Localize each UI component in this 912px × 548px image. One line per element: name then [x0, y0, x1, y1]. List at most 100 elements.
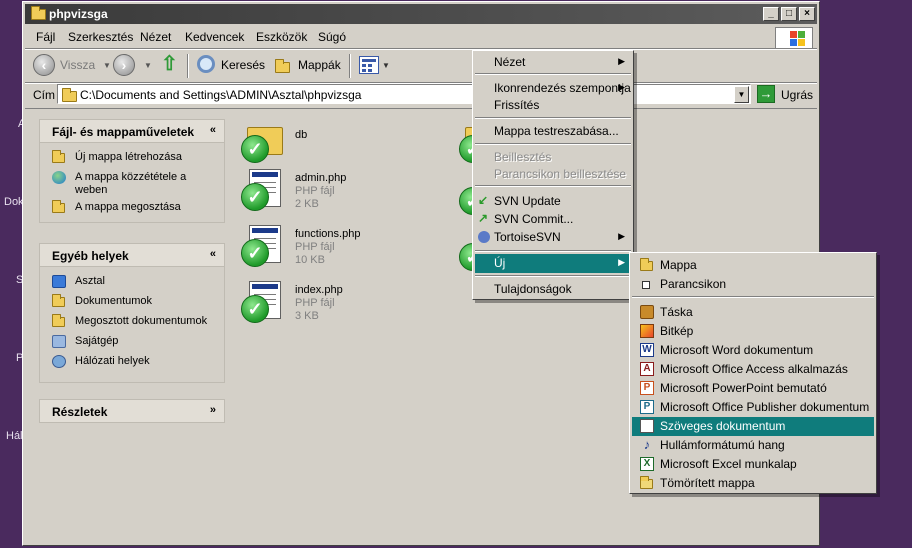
file-size: 2 KB	[295, 198, 319, 210]
task-new-folder[interactable]: Új mappa létrehozása	[52, 150, 182, 164]
file-size: 3 KB	[295, 310, 319, 322]
menu-item-tortoisesvn[interactable]: TortoiseSVN ▶	[475, 228, 631, 246]
menu-edit[interactable]: Szerkesztés	[68, 30, 133, 44]
desktop-label: Hál	[6, 430, 23, 442]
views-dropdown-icon[interactable]: ▼	[382, 61, 390, 70]
new-wave-sound-item[interactable]: ♪ Hullámformátumú hang	[632, 436, 874, 454]
forward-dropdown-icon[interactable]: ▼	[144, 61, 152, 70]
text-document-icon	[640, 419, 654, 433]
panel-title: Fájl- és mappaműveletek	[52, 125, 195, 139]
file-item-functions[interactable]: ✓ functions.php PHP fájl 10 KB	[241, 225, 393, 271]
task-share-folder[interactable]: A mappa megosztása	[52, 200, 181, 214]
submenu-arrow-icon: ▶	[618, 257, 625, 267]
new-briefcase-item[interactable]: Táska	[632, 303, 874, 321]
menu-favorites[interactable]: Kedvencek	[185, 30, 244, 44]
access-icon: A	[640, 362, 654, 376]
menu-bar: Fájl Szerkesztés Nézet Kedvencek Eszközö…	[25, 26, 817, 49]
new-submenu: Mappa Parancsikon Táska Bitkép W Microso…	[629, 252, 877, 494]
address-dropdown-icon[interactable]: ▼	[734, 86, 749, 103]
menu-item-refresh[interactable]: Frissítés	[475, 96, 631, 114]
address-bar: Cím C:\Documents and Settings\ADMIN\Aszt…	[25, 84, 817, 106]
panel-title: Egyéb helyek	[52, 249, 129, 263]
close-button[interactable]: ×	[799, 7, 815, 21]
new-text-document-item[interactable]: Szöveges dokumentum	[632, 417, 874, 436]
folder-icon	[640, 258, 653, 271]
maximize-button[interactable]: □	[781, 7, 797, 21]
title-bar[interactable]: phpvizsga _ □ ×	[25, 4, 817, 24]
place-my-computer[interactable]: Sajátgép	[52, 335, 118, 348]
folder-icon	[31, 6, 46, 20]
new-excel-item[interactable]: X Microsoft Excel munkalap	[632, 455, 874, 473]
go-button[interactable]: Ugrás	[781, 88, 813, 102]
new-word-item[interactable]: W Microsoft Word dokumentum	[632, 341, 874, 359]
menu-help[interactable]: Súgó	[318, 30, 346, 44]
panel-title: Részletek	[52, 405, 108, 419]
file-item-admin[interactable]: ✓ admin.php PHP fájl 2 KB	[241, 169, 393, 215]
folders-button[interactable]: Mappák	[298, 58, 341, 72]
file-item-db[interactable]: ✓ db	[241, 121, 393, 165]
menu-item-view[interactable]: Nézet ▶	[475, 53, 631, 71]
minimize-icon: _	[768, 8, 774, 19]
menu-item-svn-commit[interactable]: ↗ SVN Commit...	[475, 210, 631, 228]
panel-header[interactable]: Egyéb helyek «	[39, 243, 225, 267]
new-powerpoint-item[interactable]: P Microsoft PowerPoint bemutató	[632, 379, 874, 397]
address-label: Cím	[33, 88, 55, 102]
file-size: 10 KB	[295, 254, 325, 266]
maximize-icon: □	[785, 8, 793, 19]
file-item-index[interactable]: ✓ index.php PHP fájl 3 KB	[241, 281, 393, 327]
back-arrow-icon[interactable]: ‹	[33, 54, 55, 76]
close-icon: ×	[804, 8, 810, 19]
new-shortcut-item[interactable]: Parancsikon	[632, 275, 874, 293]
back-button[interactable]: Vissza	[60, 58, 95, 72]
menu-file[interactable]: Fájl	[36, 30, 55, 44]
other-places-panel: Egyéb helyek « Asztal Dokumentumok Megos…	[39, 243, 225, 383]
menu-item-paste: Beillesztés	[494, 150, 552, 164]
file-folder-tasks-panel: Fájl- és mappaműveletek « Új mappa létre…	[39, 119, 225, 223]
new-compressed-folder-item[interactable]: Tömörített mappa	[632, 474, 874, 492]
panel-header[interactable]: Fájl- és mappaműveletek «	[39, 119, 225, 143]
file-type: PHP fájl	[295, 185, 335, 197]
excel-icon: X	[640, 457, 654, 471]
place-shared-documents[interactable]: Megosztott dokumentumok	[52, 314, 207, 328]
address-input[interactable]: C:\Documents and Settings\ADMIN\Asztal\p…	[57, 84, 751, 104]
minimize-button[interactable]: _	[763, 7, 779, 21]
menu-item-new[interactable]: Új ▶	[475, 254, 631, 273]
place-network[interactable]: Hálózati helyek	[52, 355, 150, 368]
new-publisher-item[interactable]: P Microsoft Office Publisher dokumentum	[632, 398, 874, 416]
expand-icon[interactable]: »	[210, 404, 216, 416]
powerpoint-icon: P	[640, 381, 654, 395]
forward-arrow-icon[interactable]: ›	[113, 54, 135, 76]
file-type: PHP fájl	[295, 297, 335, 309]
search-button[interactable]: Keresés	[221, 58, 265, 72]
menu-item-customize-folder[interactable]: Mappa testreszabása...	[475, 122, 631, 140]
svn-update-icon: ↙	[478, 193, 489, 207]
views-icon[interactable]	[359, 56, 379, 74]
place-documents[interactable]: Dokumentumok	[52, 294, 152, 308]
new-access-item[interactable]: A Microsoft Office Access alkalmazás	[632, 360, 874, 378]
file-name: functions.php	[295, 228, 361, 240]
menu-item-svn-update[interactable]: ↙ SVN Update	[475, 192, 631, 210]
menu-view[interactable]: Nézet	[140, 30, 171, 44]
window-title: phpvizsga	[49, 7, 108, 21]
sound-icon: ♪	[643, 437, 651, 452]
search-icon[interactable]	[197, 55, 215, 73]
desktop-label: Dok	[4, 196, 24, 208]
new-folder-icon	[52, 150, 65, 163]
folders-icon[interactable]	[275, 59, 290, 73]
collapse-icon[interactable]: «	[210, 124, 216, 136]
task-publish-web[interactable]: A mappa közzététele a weben	[52, 171, 186, 197]
new-bitmap-item[interactable]: Bitkép	[632, 322, 874, 340]
go-arrow-icon[interactable]: →	[757, 85, 775, 103]
menu-item-properties[interactable]: Tulajdonságok	[475, 280, 631, 298]
folder-icon	[62, 88, 77, 102]
collapse-icon[interactable]: «	[210, 248, 216, 260]
up-folder-icon[interactable]: ⇧	[161, 54, 181, 75]
panel-header[interactable]: Részletek »	[39, 399, 225, 423]
back-dropdown-icon[interactable]: ▼	[103, 61, 111, 70]
place-desktop[interactable]: Asztal	[52, 275, 105, 288]
menu-item-arrange-icons[interactable]: Ikonrendezés szempontja ▶	[475, 79, 631, 97]
menu-tools[interactable]: Eszközök	[256, 30, 307, 44]
documents-folder-icon	[52, 294, 65, 307]
context-menu: Nézet ▶ Ikonrendezés szempontja ▶ Frissíté…	[472, 50, 634, 300]
new-folder-item[interactable]: Mappa	[632, 256, 874, 274]
